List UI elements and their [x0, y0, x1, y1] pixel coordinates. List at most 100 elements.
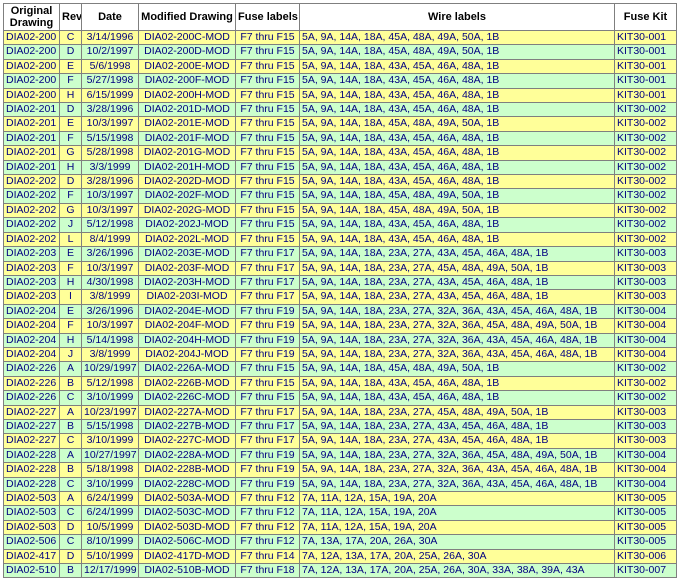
cell-date: 3/3/1999 — [81, 159, 139, 176]
cell-rev: D — [59, 174, 82, 190]
cell-date: 10/3/1997 — [81, 260, 139, 276]
cell-modified-drawing: DIA02-503A-MOD — [138, 490, 236, 507]
cell-fuse-kit: KIT30-002 — [614, 145, 677, 161]
cell-wire-labels: 5A, 9A, 14A, 18A, 23A, 27A, 43A, 45A, 46… — [299, 289, 615, 305]
table-row: DIA02-202 F 10/3/1997 DIA02-202F-MOD F7 thru… — [3, 188, 677, 204]
cell-fuse-labels: F7 thru F15 — [235, 375, 300, 392]
cell-original-drawing: DIA02-204 — [3, 318, 60, 334]
cell-rev: D — [59, 102, 82, 118]
cell-modified-drawing: DIA02-200F-MOD — [138, 73, 236, 89]
cell-fuse-kit: KIT30-003 — [614, 246, 677, 262]
cell-original-drawing: DIA02-201 — [3, 116, 60, 132]
cell-modified-drawing: DIA02-201D-MOD — [138, 102, 236, 118]
cell-rev: H — [59, 159, 82, 176]
cell-original-drawing: DIA02-200 — [3, 87, 60, 104]
cell-fuse-labels: F7 thru F15 — [235, 188, 300, 204]
table-row: DIA02-226 C 3/10/1999 DIA02-226C-MOD F7 thru… — [3, 390, 677, 406]
cell-wire-labels: 5A, 9A, 14A, 18A, 43A, 45A, 46A, 48A, 1B — [299, 217, 615, 233]
cell-fuse-kit: KIT30-003 — [614, 289, 677, 305]
cell-rev: D — [59, 548, 82, 565]
cell-fuse-labels: F7 thru F15 — [235, 29, 300, 46]
cell-original-drawing: DIA02-417 — [3, 548, 60, 565]
cell-fuse-kit: KIT30-002 — [614, 188, 677, 204]
cell-date: 10/2/1997 — [81, 44, 139, 60]
cell-wire-labels: 5A, 9A, 14A, 18A, 43A, 45A, 46A, 48A, 1B — [299, 145, 615, 161]
cell-original-drawing: DIA02-228 — [3, 447, 60, 464]
cell-modified-drawing: DIA02-203I-MOD — [138, 289, 236, 305]
cell-original-drawing: DIA02-226 — [3, 361, 60, 377]
cell-rev: C — [59, 534, 82, 550]
table-row: DIA02-227 C 3/10/1999 DIA02-227C-MOD F7 thru… — [3, 433, 677, 449]
cell-modified-drawing: DIA02-200C-MOD — [138, 29, 236, 46]
cell-original-drawing: DIA02-503 — [3, 490, 60, 507]
cell-original-drawing: DIA02-506 — [3, 534, 60, 550]
cell-rev: C — [59, 29, 82, 46]
cell-date: 10/3/1997 — [81, 202, 139, 219]
cell-fuse-labels: F7 thru F19 — [235, 447, 300, 464]
table-row: DIA02-203 H 4/30/1998 DIA02-203H-MOD F7 thru… — [3, 274, 677, 291]
cell-date: 5/12/1998 — [81, 375, 139, 392]
cell-modified-drawing: DIA02-204E-MOD — [138, 303, 236, 320]
cell-rev: F — [59, 318, 82, 334]
cell-fuse-kit: KIT30-001 — [614, 58, 677, 75]
cell-fuse-labels: F7 thru F19 — [235, 332, 300, 348]
cell-wire-labels: 5A, 9A, 14A, 18A, 43A, 45A, 46A, 48A, 1B — [299, 102, 615, 118]
cell-date: 6/24/1999 — [81, 490, 139, 507]
cell-fuse-labels: F7 thru F17 — [235, 418, 300, 435]
cell-fuse-labels: F7 thru F12 — [235, 490, 300, 507]
cell-fuse-labels: F7 thru F15 — [235, 174, 300, 190]
cell-fuse-kit: KIT30-002 — [614, 130, 677, 147]
cell-wire-labels: 5A, 9A, 14A, 18A, 23A, 27A, 45A, 48A, 49… — [299, 404, 615, 420]
cell-modified-drawing: DIA02-202G-MOD — [138, 202, 236, 219]
header-wire-labels: Wire labels — [299, 3, 615, 31]
cell-original-drawing: DIA02-203 — [3, 274, 60, 291]
cell-fuse-kit: KIT30-002 — [614, 390, 677, 406]
cell-original-drawing: DIA02-503 — [3, 519, 60, 536]
cell-fuse-labels: F7 thru F17 — [235, 260, 300, 276]
cell-rev: C — [59, 476, 82, 493]
cell-wire-labels: 5A, 9A, 14A, 18A, 45A, 48A, 49A, 50A, 1B — [299, 29, 615, 46]
table-row: DIA02-200 H 6/15/1999 DIA02-200H-MOD F7 thru… — [3, 87, 677, 104]
cell-modified-drawing: DIA02-203F-MOD — [138, 260, 236, 276]
cell-date: 10/3/1997 — [81, 188, 139, 204]
cell-original-drawing: DIA02-200 — [3, 44, 60, 60]
cell-rev: E — [59, 58, 82, 75]
cell-wire-labels: 5A, 9A, 14A, 18A, 23A, 27A, 32A, 36A, 43… — [299, 346, 615, 363]
cell-fuse-kit: KIT30-004 — [614, 303, 677, 320]
cell-wire-labels: 5A, 9A, 14A, 18A, 23A, 27A, 43A, 45A, 46… — [299, 433, 615, 449]
cell-original-drawing: DIA02-201 — [3, 159, 60, 176]
cell-modified-drawing: DIA02-417D-MOD — [138, 548, 236, 565]
cell-wire-labels: 5A, 9A, 14A, 18A, 23A, 27A, 32A, 36A, 43… — [299, 476, 615, 493]
cell-original-drawing: DIA02-204 — [3, 346, 60, 363]
cell-wire-labels: 7A, 13A, 17A, 20A, 26A, 30A — [299, 534, 615, 550]
table-row: DIA02-227 A 10/23/1997 DIA02-227A-MOD F7 thr… — [3, 404, 677, 420]
cell-fuse-labels: F7 thru F17 — [235, 246, 300, 262]
cell-modified-drawing: DIA02-200H-MOD — [138, 87, 236, 104]
cell-date: 5/10/1999 — [81, 548, 139, 565]
cell-fuse-labels: F7 thru F15 — [235, 145, 300, 161]
cell-date: 6/15/1999 — [81, 87, 139, 104]
cell-fuse-labels: F7 thru F15 — [235, 87, 300, 104]
cell-wire-labels: 7A, 12A, 13A, 17A, 20A, 25A, 26A, 30A — [299, 548, 615, 565]
cell-fuse-labels: F7 thru F15 — [235, 102, 300, 118]
cell-fuse-labels: F7 thru F15 — [235, 130, 300, 147]
cell-modified-drawing: DIA02-201H-MOD — [138, 159, 236, 176]
cell-wire-labels: 5A, 9A, 14A, 18A, 43A, 45A, 46A, 48A, 1B — [299, 231, 615, 248]
header-modified-drawing: Modified Drawing — [138, 3, 236, 31]
cell-date: 3/26/1996 — [81, 246, 139, 262]
cell-modified-drawing: DIA02-510B-MOD — [138, 563, 236, 578]
cell-fuse-kit: KIT30-004 — [614, 346, 677, 363]
cell-original-drawing: DIA02-204 — [3, 303, 60, 320]
cell-wire-labels: 5A, 9A, 14A, 18A, 23A, 27A, 32A, 36A, 43… — [299, 462, 615, 478]
cell-modified-drawing: DIA02-227B-MOD — [138, 418, 236, 435]
cell-rev: C — [59, 390, 82, 406]
cell-date: 12/17/1999 — [81, 563, 139, 578]
cell-date: 10/3/1997 — [81, 116, 139, 132]
cell-fuse-labels: F7 thru F15 — [235, 159, 300, 176]
cell-date: 8/4/1999 — [81, 231, 139, 248]
cell-original-drawing: DIA02-510 — [3, 563, 60, 578]
cell-wire-labels: 7A, 12A, 13A, 17A, 20A, 25A, 26A, 30A, 3… — [299, 563, 615, 578]
cell-date: 5/18/1998 — [81, 462, 139, 478]
cell-original-drawing: DIA02-226 — [3, 390, 60, 406]
cell-rev: H — [59, 274, 82, 291]
